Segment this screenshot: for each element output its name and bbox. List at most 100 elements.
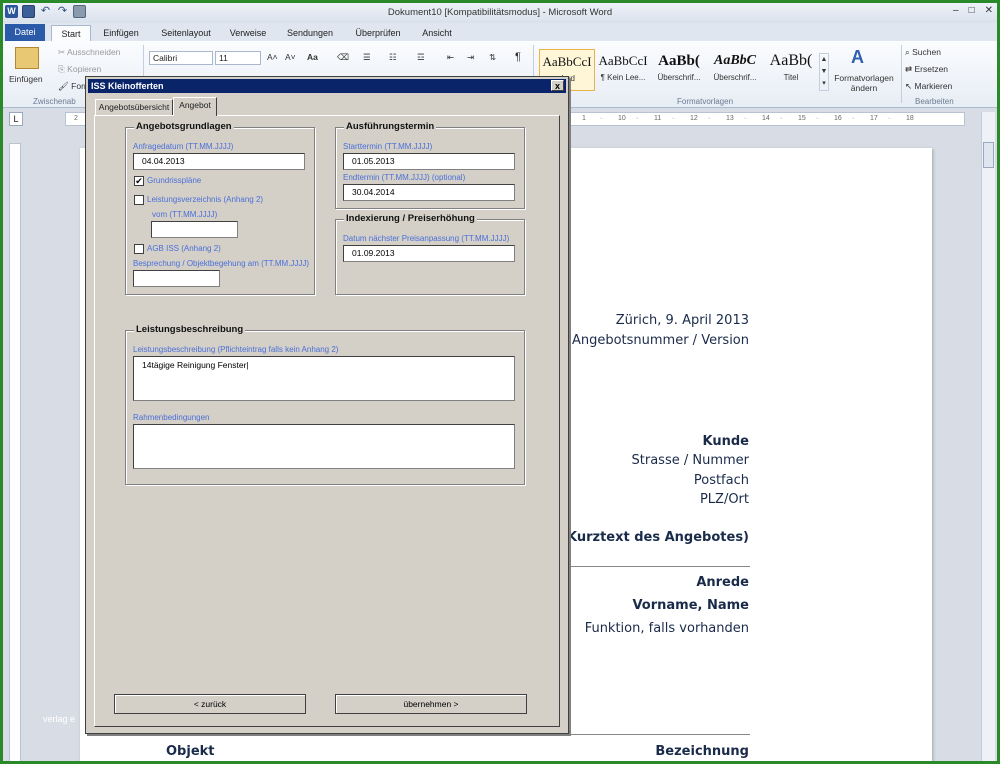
window-controls: – □ ✕ [953,5,993,16]
copy-button[interactable]: ⎘ Kopieren [58,64,101,75]
paste-icon[interactable] [15,47,39,69]
service-directory-checkbox[interactable] [134,195,144,205]
service-directory-label: Leistungsverzeichnis (Anhang 2) [147,195,264,204]
styles-scroll-icon[interactable]: ▲ ▼ ▾ [819,53,829,91]
word-window: W ↶ ↷ Dokument10 [Kompatibilitätsmodus] … [0,0,1000,764]
vertical-scrollbar[interactable] [981,112,995,761]
tab-selector[interactable]: L [9,112,23,126]
from-date-label: vom (TT.MM.JJJJ) [152,210,218,219]
sort-icon[interactable]: ⇅ [489,52,496,63]
ruler-tick-label: 15 [798,115,806,122]
restore-button[interactable]: □ [969,5,975,16]
tab-view[interactable]: Ansicht [415,25,459,41]
dialog-panel: Angebotsgrundlagen Anfragedatum (TT.MM.J… [94,115,560,727]
conditions-field[interactable] [133,424,515,469]
basics-frame: Angebotsgrundlagen Anfragedatum (TT.MM.J… [125,121,315,295]
name-line: Vorname, Name [632,598,749,613]
object-label: Objekt [166,744,215,759]
editing-group-label: Bearbeiten [915,97,954,106]
paste-button[interactable]: Einfügen [9,74,43,84]
ribbon-tabs: Datei Start Einfügen Seitenlayout Verwei… [3,23,997,41]
style-heading-1[interactable]: AaBb( Überschrif... [651,49,707,91]
tab-mailings[interactable]: Sendungen [279,25,341,41]
request-date-field[interactable]: 04.04.2013 [133,153,305,170]
short-text-line: (Kurztext des Angebotes) [561,530,749,545]
multilevel-list-icon[interactable]: ☲ [417,52,425,63]
floorplans-checkbox[interactable]: ✔ [134,176,144,186]
scissors-icon: ✂ [58,47,68,57]
pobox-line: Postfach [693,473,749,488]
start-date-field[interactable]: 01.05.2013 [343,153,515,170]
conditions-label: Rahmenbedingungen [133,413,210,422]
end-date-label: Endtermin (TT.MM.JJJJ) (optional) [343,173,466,182]
cut-button[interactable]: ✂ Ausschneiden [58,47,120,58]
shrink-font-button[interactable]: A˅ [285,52,296,62]
ruler-tick-label: 16 [834,115,842,122]
font-name-combo[interactable]: Calibri [149,51,213,65]
font-size-combo[interactable]: 11 [215,51,261,65]
find-button[interactable]: ⌕ Suchen [905,47,941,58]
pilcrow-icon[interactable]: ¶ [515,51,521,63]
change-case-button[interactable]: Aa [307,52,318,62]
close-button[interactable]: ✕ [985,5,993,16]
styles-group-label: Formatvorlagen [677,97,734,106]
style-heading-2[interactable]: AaBbC Überschrif... [707,49,763,91]
back-button[interactable]: < zurück [114,694,306,714]
service-description-label: Leistungsbeschreibung (Pflichteintrag fa… [133,345,339,354]
zip-city-line: PLZ/Ort [699,492,749,507]
scrollbar-thumb[interactable] [983,142,994,168]
ruler-tick-label: · [744,115,747,122]
tab-insert[interactable]: Einfügen [95,25,147,41]
change-styles-icon[interactable]: A [851,47,864,68]
dialog-title: ISS Kleinofferten [91,81,164,91]
index-title: Indexierung / Preiserhöhung [344,213,477,224]
function-line: Funktion, falls vorhanden [584,621,749,636]
tab-start[interactable]: Start [51,25,91,41]
from-date-field[interactable] [151,221,238,238]
dialog-close-button[interactable]: x [551,80,564,91]
tab-offer[interactable]: Angebot [173,97,217,116]
clear-format-icon[interactable]: ⌫ [337,52,349,63]
bullets-icon[interactable]: ☰ [363,52,371,63]
ruler-tick-label: 10 [618,115,626,122]
execution-frame: Ausführungstermin Starttermin (TT.MM.JJJ… [335,121,525,209]
ruler-tick-label: · [708,115,711,122]
decrease-indent-icon[interactable]: ⇤ [447,52,454,63]
style-no-spacing[interactable]: AaBbCcI ¶ Kein Lee... [595,49,651,91]
tab-offer-overview[interactable]: Angebotsübersicht [95,99,173,115]
title-bar: W ↶ ↷ Dokument10 [Kompatibilitätsmodus] … [3,3,997,23]
tab-layout[interactable]: Seitenlayout [153,25,219,41]
tab-references[interactable]: Verweise [225,25,271,41]
grow-font-button[interactable]: A˄ [267,52,278,62]
service-description-field[interactable]: 14tägige Reinigung Fenster| [133,356,515,401]
agb-checkbox[interactable] [134,244,144,254]
floorplans-label: Grundrisspläne [147,176,202,185]
tab-file[interactable]: Datei [5,24,45,41]
clipboard-group-label: Zwischenab [33,97,76,106]
meeting-date-field[interactable] [133,270,220,287]
vertical-ruler[interactable] [9,143,21,761]
change-styles-button[interactable]: Formatvorlagen ändern [831,73,897,93]
tab-review[interactable]: Überprüfen [349,25,407,41]
ruler-tick-label: 2 [74,115,78,122]
divider [120,734,750,735]
basics-title: Angebotsgrundlagen [134,121,234,132]
next-adjustment-field[interactable]: 01.09.2013 [343,245,515,262]
minimize-button[interactable]: – [953,5,959,16]
apply-button[interactable]: übernehmen > [335,694,527,714]
end-date-field[interactable]: 30.04.2014 [343,184,515,201]
customer-label: Kunde [702,434,749,449]
ruler-tick-label: 14 [762,115,770,122]
start-date-label: Starttermin (TT.MM.JJJJ) [343,142,433,151]
salutation-line: Anrede [696,575,749,590]
style-title[interactable]: AaBb( Titel [763,49,819,91]
next-adjustment-label: Datum nächster Preisanpassung (TT.MM.JJJ… [343,234,510,243]
request-date-label: Anfragedatum (TT.MM.JJJJ) [133,142,234,151]
increase-indent-icon[interactable]: ⇥ [467,52,474,63]
ruler-tick-label: · [672,115,675,122]
ruler-tick-label: · [888,115,891,122]
replace-button[interactable]: ⇄ Ersetzen [905,64,948,75]
index-frame: Indexierung / Preiserhöhung Datum nächst… [335,213,525,295]
numbering-icon[interactable]: ☷ [389,52,397,63]
select-button[interactable]: ↖ Markieren [905,81,952,92]
